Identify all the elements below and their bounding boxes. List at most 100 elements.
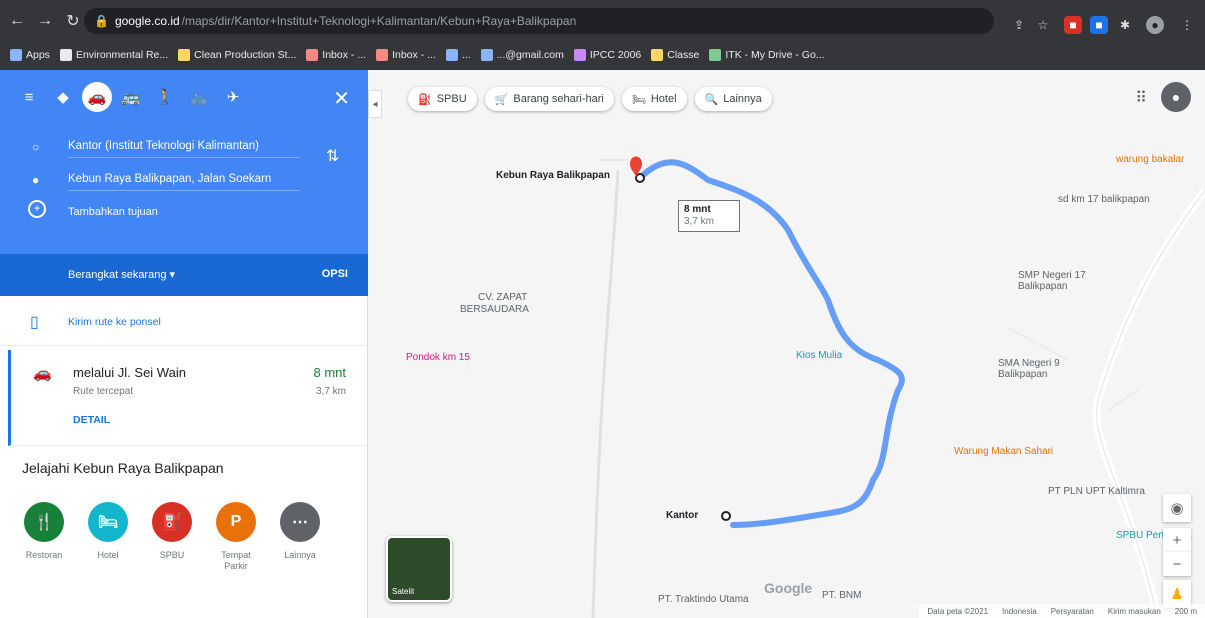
map-label-cv[interactable]: CV. ZAPAT (478, 292, 527, 303)
bookmark-favicon-icon (709, 49, 722, 61)
map-chip[interactable]: 🛏 Hotel (621, 87, 687, 111)
map-canvas[interactable]: ◂ ⛽ SPBU 🛒 Barang sehari-hari 🛏 Hotel 🔍 Lainnya… (368, 70, 1205, 618)
map-label-sd-top[interactable]: sd km 17 balikpapan (1058, 194, 1150, 205)
origin-icon: ○ (32, 140, 40, 154)
footer-link[interactable]: Persyaratan (1051, 607, 1094, 616)
route-detail-link[interactable]: DETAIL (73, 414, 110, 426)
map-chip[interactable]: 🔍 Lainnya (694, 87, 772, 111)
mode-bike[interactable]: 🚲 (184, 82, 214, 112)
mode-flight[interactable]: ✈ (218, 82, 248, 112)
profile-icon[interactable]: ● (1146, 16, 1164, 34)
map-label-smp[interactable]: SMP Negeri 17 Balikpapan (1018, 270, 1098, 292)
url-host: google.co.id (114, 14, 180, 28)
bookmark-item[interactable]: Inbox - ... (376, 49, 436, 61)
map-label-sma[interactable]: SMA Negeri 9 Balikpapan (998, 358, 1084, 380)
map-label-warung-top[interactable]: warung bakalar (1116, 154, 1184, 165)
explore-category-3[interactable]: P Tempat Parkir (214, 502, 258, 572)
zoom-out-button[interactable]: − (1163, 552, 1191, 576)
zoom-in-button[interactable]: + (1163, 528, 1191, 552)
mode-best[interactable]: ◆ (48, 82, 78, 112)
explore-category-4[interactable]: ⋯ Lainnya (278, 502, 322, 572)
footer-link[interactable]: Kirim masukan (1108, 607, 1161, 616)
footer-link[interactable]: Data peta ©2021 (927, 607, 988, 616)
close-icon[interactable]: ✕ (333, 86, 350, 111)
footer-link[interactable]: Indonesia (1002, 607, 1037, 616)
swap-icon[interactable]: ⇅ (326, 146, 339, 166)
map-label-pt2[interactable]: PT. BNM (822, 590, 861, 601)
options-button[interactable]: OPSI (322, 268, 348, 280)
add-destination-button[interactable]: Tambahkan tujuan (68, 206, 158, 218)
map-label-pt1[interactable]: PT. Traktindo Utama (658, 594, 749, 605)
bookmark-item[interactable]: Apps (10, 49, 50, 61)
route-distance: 3,7 km (315, 386, 346, 397)
bookmark-favicon-icon (306, 49, 319, 61)
satellite-layer-button[interactable]: Satelit (386, 536, 452, 602)
destination-input[interactable]: Kebun Raya Balikpapan, Jalan Soekarn (68, 167, 300, 191)
car-icon: 🚗 (33, 365, 52, 382)
bookmark-item[interactable]: Environmental Re... (59, 49, 169, 61)
map-chip[interactable]: 🛒 Barang sehari-hari (484, 87, 614, 111)
puzzle-icon[interactable]: ✱ (1116, 16, 1134, 34)
bookmark-item[interactable]: Clean Production St... (178, 49, 296, 61)
map-label-warung[interactable]: Warung Makan Sahari (954, 446, 1053, 457)
star-icon[interactable]: ☆ (1034, 16, 1052, 34)
mode-walk[interactable]: 🚶 (150, 82, 180, 112)
origin-input[interactable]: Kantor (Institut Teknologi Kalimantan) (68, 134, 300, 158)
cart-icon: 🛒 (494, 93, 509, 106)
category-label: Tempat Parkir (221, 550, 251, 571)
address-bar[interactable]: 🔒 google.co.id /maps/dir/Kantor+Institut… (84, 8, 994, 34)
bookmark-item[interactable]: IPCC 2006 (573, 49, 641, 61)
bookmark-item[interactable]: ... (445, 49, 471, 61)
avatar[interactable]: ● (1161, 82, 1191, 112)
send-to-phone-row[interactable]: ▯ Kirim rute ke ponsel (0, 296, 368, 346)
explore-category-0[interactable]: 🍴 Restoran (22, 502, 66, 572)
extension-icon[interactable]: ■ (1064, 16, 1082, 34)
back-icon[interactable]: ← (6, 10, 28, 32)
forward-icon[interactable]: → (34, 10, 56, 32)
map-base (591, 156, 1205, 618)
browser-chrome: ← → ↻ 🔒 google.co.id /maps/dir/Kantor+In… (0, 0, 1205, 70)
category-label: Hotel (97, 550, 119, 560)
category-label: Restoran (25, 550, 63, 560)
add-destination-icon[interactable]: + (28, 200, 46, 218)
explore-title: Jelajahi Kebun Raya Balikpapan (22, 460, 224, 476)
map-label-pondok[interactable]: Pondok km 15 (406, 352, 470, 363)
map-label-kebun[interactable]: Kebun Raya Balikpapan (496, 170, 610, 181)
bookmark-item[interactable]: Inbox - ... (306, 49, 366, 61)
map-label-cv2: BERSAUDARA (460, 304, 529, 315)
bookmark-item[interactable]: ITK - My Drive - Go... (709, 49, 825, 61)
bookmark-favicon-icon (573, 49, 586, 61)
my-location-icon[interactable]: ◉ (1163, 494, 1191, 522)
apps-icon[interactable]: ⠿ (1135, 88, 1147, 108)
collapse-panel-button[interactable]: ◂ (368, 90, 382, 118)
share-icon[interactable]: ⇪ (1010, 16, 1028, 34)
map-label-pln[interactable]: PT PLN UPT Kaltimra (1048, 486, 1145, 497)
map-label-kantor[interactable]: Kantor (666, 510, 698, 521)
bed-icon: 🛏 (631, 93, 646, 106)
explore-category-1[interactable]: 🛏 Hotel (86, 502, 130, 572)
bookmark-label: Environmental Re... (75, 49, 169, 61)
eta-box[interactable]: 8 mnt 3,7 km (678, 200, 740, 232)
depart-bar: Berangkat sekarang ▾ OPSI (0, 254, 368, 296)
leave-now-dropdown[interactable]: Berangkat sekarang ▾ (68, 268, 175, 281)
mode-transit[interactable]: 🚌 (116, 82, 146, 112)
extension-icon-2[interactable]: ■ (1090, 16, 1108, 34)
route-option[interactable]: 🚗 melalui Jl. Sei Wain 8 mnt Rute tercep… (8, 350, 368, 446)
bookmark-favicon-icon (480, 49, 493, 61)
mode-car[interactable]: 🚗 (82, 82, 112, 112)
bookmark-label: Clean Production St... (194, 49, 297, 61)
map-chip[interactable]: ⛽ SPBU (408, 87, 477, 111)
bookmark-item[interactable]: ...@gmail.com (480, 49, 564, 61)
reload-icon[interactable]: ↻ (62, 10, 84, 32)
bookmark-label: ITK - My Drive - Go... (725, 49, 825, 61)
map-chips: ⛽ SPBU 🛒 Barang sehari-hari 🛏 Hotel 🔍 Lainnya (408, 87, 772, 111)
menu-icon[interactable]: ≡ (14, 82, 44, 112)
explore-category-2[interactable]: ⛽ SPBU (150, 502, 194, 572)
bookmark-item[interactable]: Classe (651, 49, 699, 61)
url-row: ← → ↻ 🔒 google.co.id /maps/dir/Kantor+In… (0, 5, 1205, 37)
menu-icon[interactable]: ⋮ (1178, 16, 1196, 34)
search-icon: 🔍 (704, 93, 719, 106)
map-label-kios[interactable]: Kios Mulia (796, 350, 842, 361)
footer-link[interactable]: 200 m (1175, 607, 1197, 616)
chip-label: Lainnya (723, 93, 762, 105)
